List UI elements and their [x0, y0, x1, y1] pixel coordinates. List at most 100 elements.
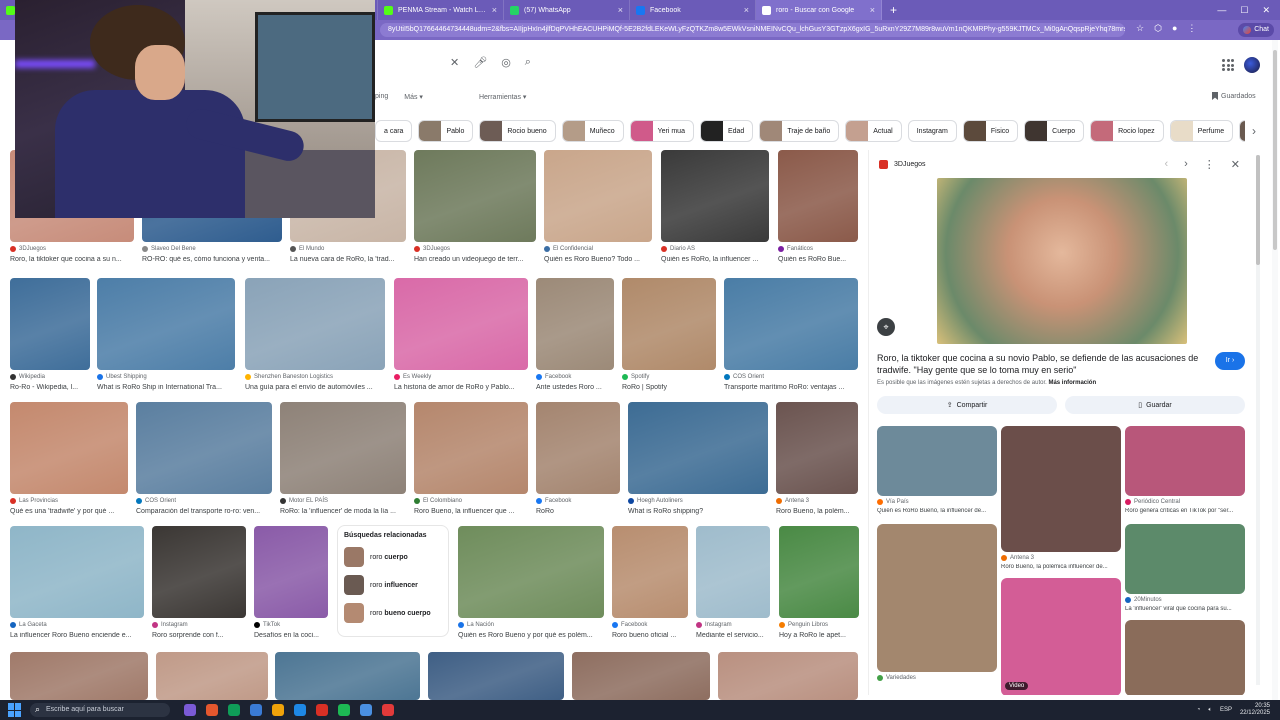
- apps-grid-icon[interactable]: [1222, 59, 1234, 71]
- taskbar-app-icon[interactable]: [316, 704, 328, 716]
- maximize-icon[interactable]: ☐: [1240, 5, 1248, 16]
- voice-search-icon[interactable]: 🎤︎: [473, 56, 487, 69]
- image-result[interactable]: Instagram Mediante el servicio...: [696, 526, 770, 646]
- result-thumbnail[interactable]: [544, 150, 652, 242]
- panel-related-image[interactable]: VideoDivinity: [1001, 578, 1121, 695]
- panel-related-title[interactable]: La 'influencer' viral que cocina para su…: [1125, 606, 1245, 612]
- panel-related-thumbnail[interactable]: [1001, 426, 1121, 552]
- result-title[interactable]: RoRo: [536, 508, 620, 515]
- result-thumbnail[interactable]: [696, 526, 770, 618]
- lens-icon[interactable]: ⌖: [877, 318, 895, 336]
- result-title[interactable]: Una guía para el envío de automóviles ..…: [245, 384, 385, 391]
- more-info-link[interactable]: Más información: [1048, 380, 1096, 386]
- result-thumbnail[interactable]: [10, 526, 144, 618]
- result-thumbnail[interactable]: [776, 402, 858, 494]
- related-chip[interactable]: Perfume: [1169, 120, 1234, 142]
- result-title[interactable]: RO-RO: qué es, cómo funciona y venta...: [142, 256, 282, 263]
- result-thumbnail[interactable]: [612, 526, 688, 618]
- image-result[interactable]: Instagram Roro sorprende con f...: [152, 526, 246, 646]
- language-indicator[interactable]: ESP: [1220, 707, 1232, 713]
- close-tab-icon[interactable]: ×: [492, 5, 497, 15]
- related-search-item[interactable]: roro cuerpo: [344, 547, 442, 567]
- panel-related-title[interactable]: Roro genera críticas en TikTok por "ser.…: [1125, 508, 1245, 514]
- image-result[interactable]: COS Orient Comparación del transporte ro-…: [136, 402, 272, 522]
- extensions-icon[interactable]: ⬡: [1154, 23, 1162, 34]
- volume-icon[interactable]: 🔈︎: [1208, 707, 1212, 714]
- image-result[interactable]: TikTok Desafíos en la coci...: [254, 526, 328, 646]
- result-thumbnail[interactable]: [136, 402, 272, 494]
- preview-title[interactable]: Roro, la tiktoker que cocina a su novio …: [877, 352, 1207, 376]
- taskbar-app-icon[interactable]: [184, 704, 196, 716]
- panel-related-image[interactable]: [1125, 620, 1245, 695]
- result-thumbnail[interactable]: [458, 526, 604, 618]
- related-chip[interactable]: Cuerpo: [1024, 120, 1085, 142]
- result-thumbnail[interactable]: [661, 150, 769, 242]
- result-thumbnail[interactable]: [254, 526, 328, 618]
- taskbar-app-icon[interactable]: [360, 704, 372, 716]
- image-result[interactable]: [275, 652, 420, 700]
- image-result[interactable]: Diario AS Quién es RoRo, la influencer ..…: [661, 150, 769, 270]
- image-result[interactable]: COS Orient Transporte marítimo RoRo: vent…: [724, 278, 858, 398]
- panel-scroll-thumb[interactable]: [1256, 155, 1260, 265]
- result-title[interactable]: La influencer Roro Bueno enciende e...: [10, 632, 144, 639]
- result-thumbnail[interactable]: [778, 150, 858, 242]
- panel-related-thumbnail[interactable]: [1125, 426, 1245, 496]
- panel-related-thumbnail[interactable]: [877, 426, 997, 496]
- result-thumbnail[interactable]: [280, 402, 406, 494]
- result-title[interactable]: Roro sorprende con f...: [152, 632, 246, 639]
- result-title[interactable]: Qué es una 'tradwife' y por qué ...: [10, 508, 128, 515]
- panel-related-title[interactable]: Quién es RoRo Bueno, la influencer de...: [877, 508, 997, 514]
- result-thumbnail[interactable]: [156, 652, 268, 700]
- close-window-icon[interactable]: ✕: [1262, 5, 1270, 16]
- taskbar-app-icon[interactable]: [250, 704, 262, 716]
- close-tab-icon[interactable]: ×: [618, 5, 623, 15]
- related-chip[interactable]: [1239, 120, 1245, 142]
- related-chip[interactable]: Actual: [845, 120, 902, 142]
- previous-icon[interactable]: ‹: [1164, 158, 1168, 171]
- panel-related-image[interactable]: 20Minutos La 'influencer' viral que cocin…: [1125, 524, 1245, 618]
- result-thumbnail[interactable]: [536, 402, 620, 494]
- taskbar-app-icon[interactable]: [382, 704, 394, 716]
- image-result[interactable]: [156, 652, 268, 700]
- related-chip[interactable]: Muñeco: [561, 120, 624, 142]
- browser-tab[interactable]: Facebook ×: [630, 0, 756, 20]
- image-result[interactable]: La Gaceta La influencer Roro Bueno encien…: [10, 526, 144, 646]
- profile-icon[interactable]: ●: [1172, 23, 1177, 34]
- result-title[interactable]: Quién es Roro Bueno? Todo ...: [544, 256, 652, 263]
- panel-related-thumbnail[interactable]: Video: [1001, 578, 1121, 695]
- result-title[interactable]: Quién es RoRo, la influencer ...: [661, 256, 769, 263]
- related-chip[interactable]: Rocio bueno: [479, 120, 556, 142]
- filter-shopping[interactable]: ping: [375, 93, 388, 101]
- taskbar-app-icon[interactable]: [294, 704, 306, 716]
- image-result[interactable]: El Colombiano Roro Bueno, la influencer q…: [414, 402, 528, 522]
- taskbar-app-icon[interactable]: [338, 704, 350, 716]
- filter-more[interactable]: Más ▾: [404, 93, 423, 101]
- related-chip[interactable]: Fisico: [962, 120, 1019, 142]
- taskbar-app-icon[interactable]: [228, 704, 240, 716]
- result-title[interactable]: Quién es Roro Bueno y por qué es polém..…: [458, 632, 604, 639]
- panel-related-thumbnail[interactable]: [1125, 620, 1245, 695]
- result-title[interactable]: La historia de amor de RoRo y Pablo...: [394, 384, 528, 391]
- result-thumbnail[interactable]: [10, 278, 90, 370]
- image-result[interactable]: Hoegh Autoliners What is RoRo shipping?: [628, 402, 768, 522]
- result-title[interactable]: La nueva cara de RoRo, la 'trad...: [290, 256, 406, 263]
- related-chip[interactable]: Instagram: [907, 120, 957, 142]
- image-result[interactable]: 3DJuegos Han creado un videojuego de terr…: [414, 150, 536, 270]
- result-title[interactable]: Desafíos en la coci...: [254, 632, 328, 639]
- result-title[interactable]: Ante ustedes Roro ...: [536, 384, 614, 391]
- address-bar[interactable]: 8yUtiI5bQ17664464734448udm=2&fbs=AIIjpHx…: [380, 23, 1125, 37]
- image-result[interactable]: El Confidencial Quién es Roro Bueno? Todo…: [544, 150, 652, 270]
- result-thumbnail[interactable]: [628, 402, 768, 494]
- image-result[interactable]: Motor EL PAÍS RoRo: la 'influencer' de mo…: [280, 402, 406, 522]
- panel-related-image[interactable]: Antena 3 Roro Bueno, la polémica influenc…: [1001, 426, 1121, 576]
- result-thumbnail[interactable]: [414, 402, 528, 494]
- panel-related-thumbnail[interactable]: [1125, 524, 1245, 594]
- panel-related-image[interactable]: Vía País Quién es RoRo Bueno, la influenc…: [877, 426, 997, 520]
- image-result[interactable]: Facebook RoRo: [536, 402, 620, 522]
- result-thumbnail[interactable]: [152, 526, 246, 618]
- panel-related-thumbnail[interactable]: [877, 524, 997, 672]
- visit-button[interactable]: Ir ›: [1215, 352, 1245, 370]
- result-thumbnail[interactable]: [275, 652, 420, 700]
- chat-button[interactable]: Chat: [1238, 23, 1274, 37]
- result-thumbnail[interactable]: [414, 150, 536, 242]
